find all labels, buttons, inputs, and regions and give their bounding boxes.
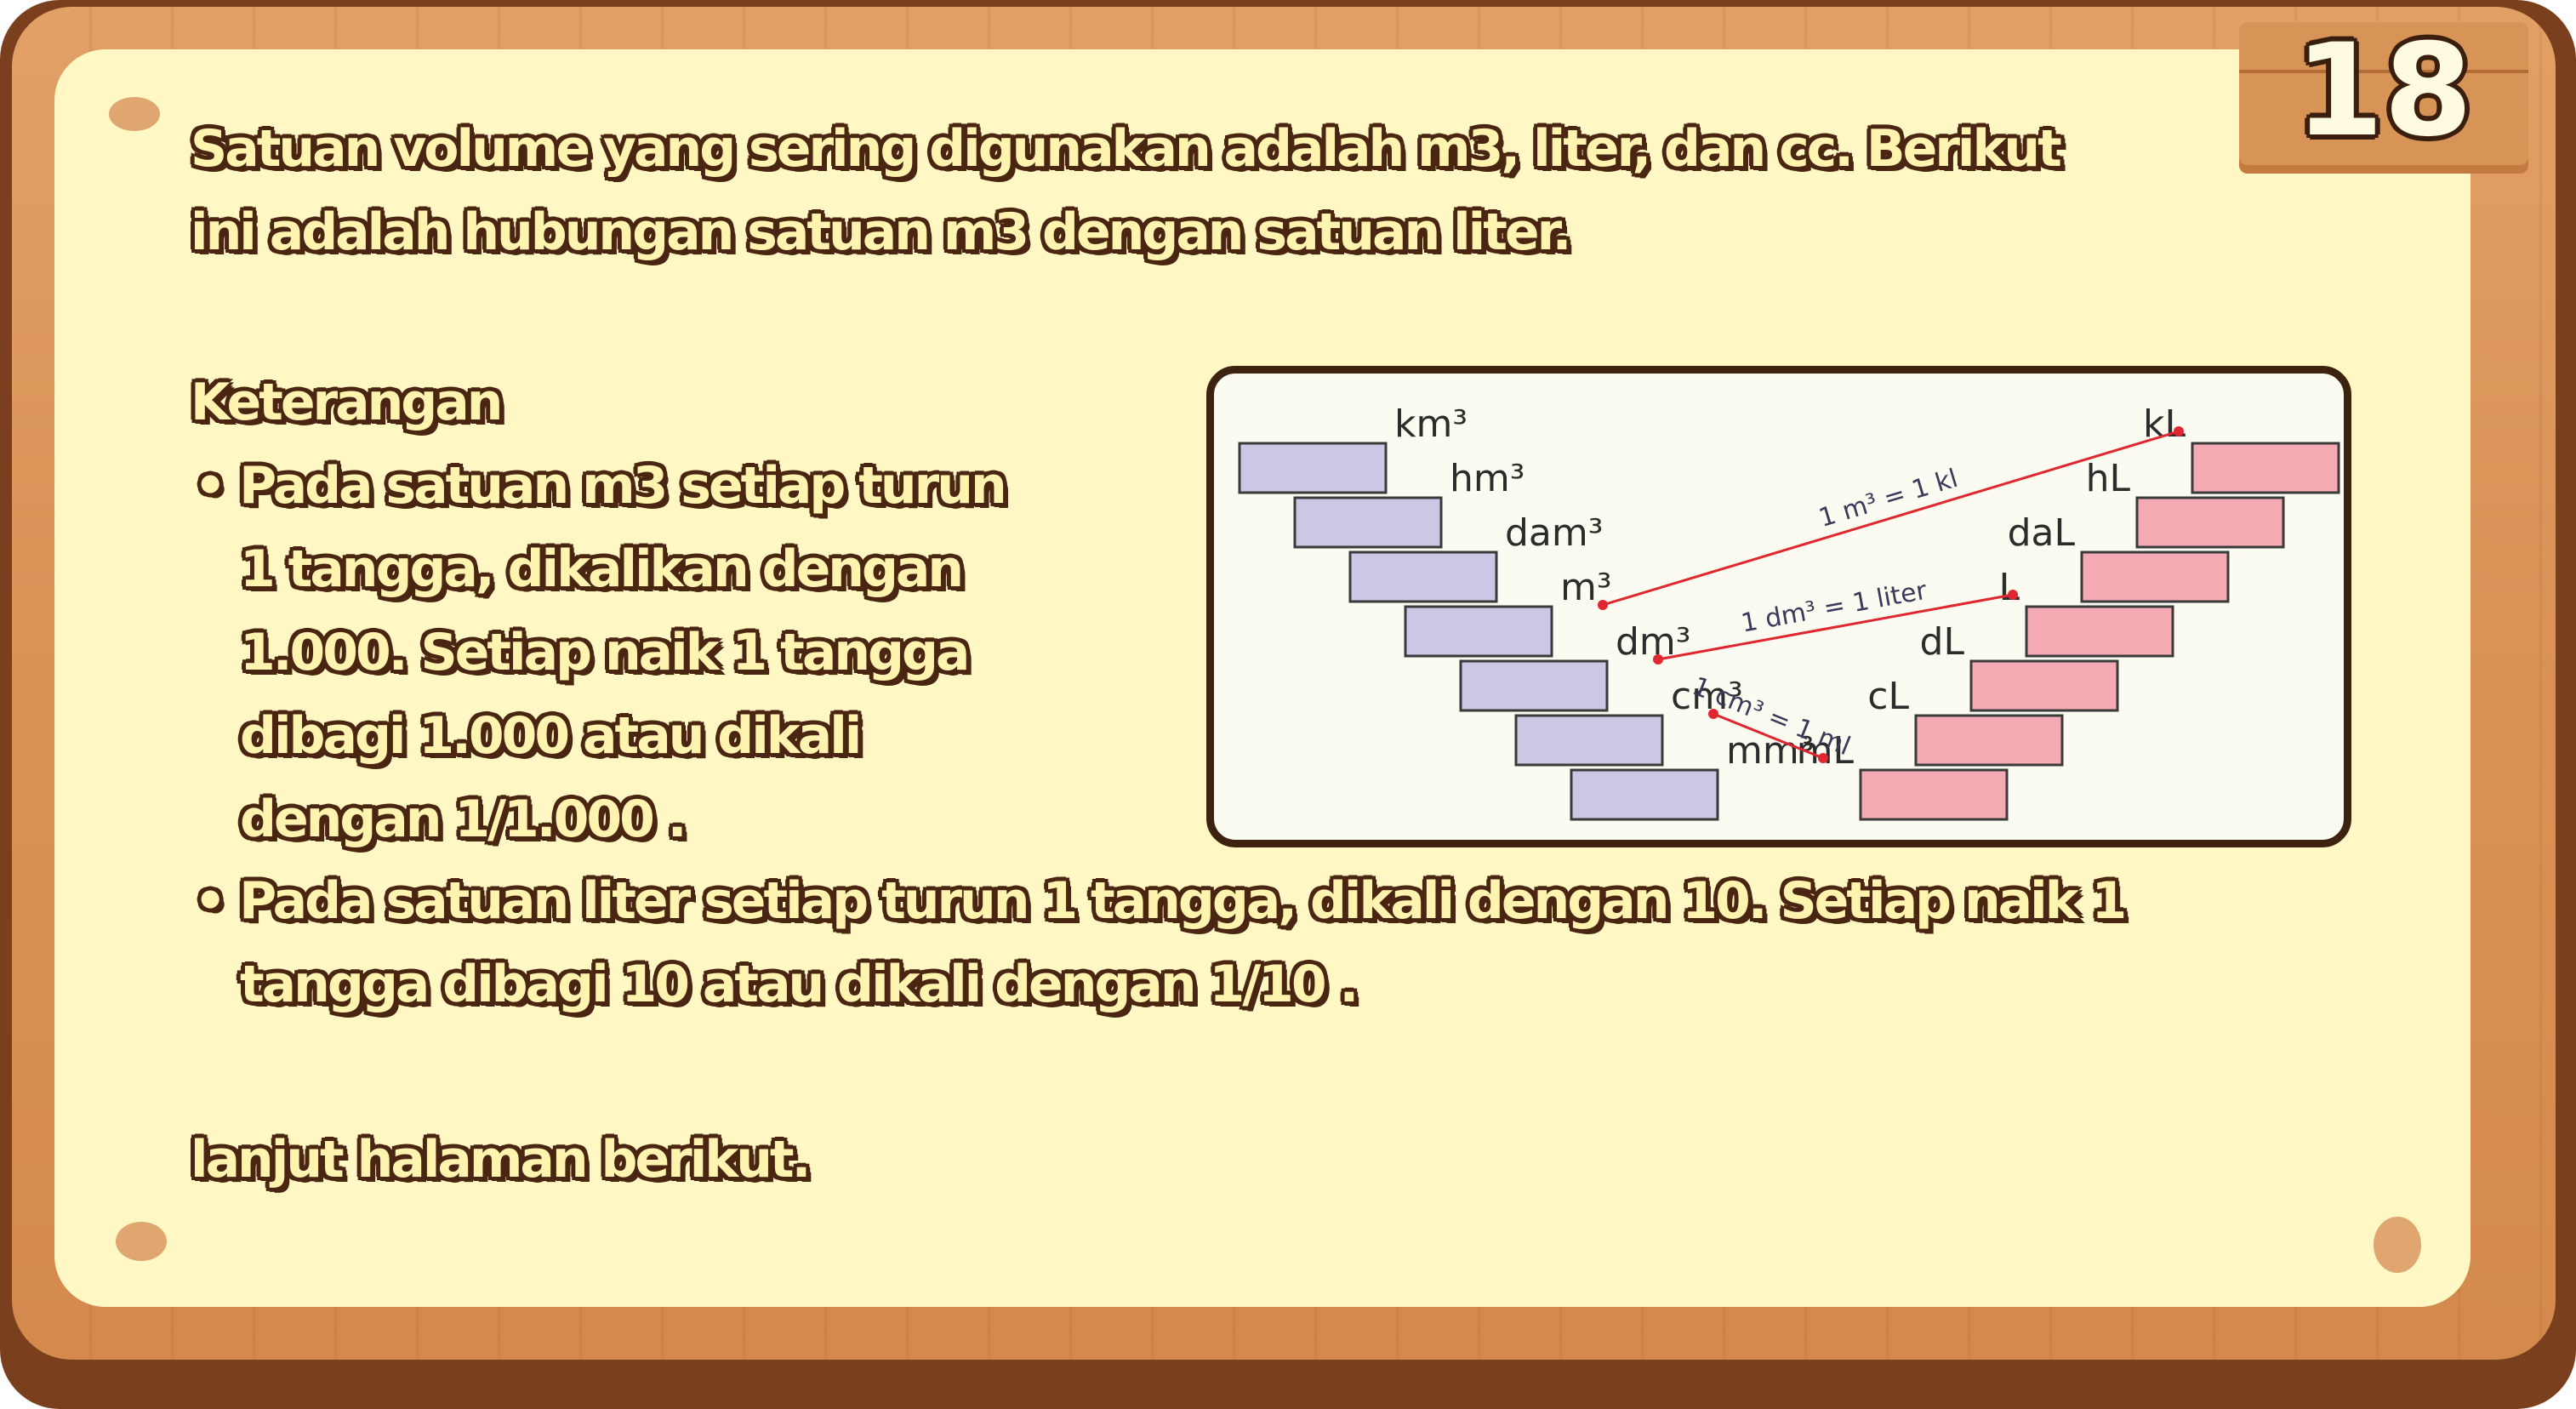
liter-unit-label: hL (2086, 457, 2131, 500)
nail-bottom-right (2374, 1217, 2421, 1273)
intro-line-1: Satuan volume yang sering digunakan adal… (191, 119, 2062, 179)
bullet-liter-line-2: tangga dibagi 10 atau dikali dengan 1/10… (240, 955, 1359, 1014)
relation-dot (1598, 600, 1608, 610)
nail-top-left (109, 97, 160, 131)
page-number-sign: 18 (2239, 17, 2528, 174)
liter-step-1 (2191, 442, 2340, 494)
intro-line-2: ini adalah hubungan satuan m3 dengan sat… (191, 203, 1571, 262)
liter-step-7 (1859, 768, 2009, 821)
intro-text: Satuan volume yang sering digunakan adal… (191, 107, 2232, 274)
volume-unit-label: dm³ (1616, 620, 1690, 664)
nail-bottom-left (116, 1222, 167, 1261)
volume-step-7 (1570, 768, 1719, 821)
volume-unit-label: km³ (1394, 402, 1468, 446)
staircase-svg: km³ kLhm³ hLdam³ daLm³ Ldm³ dLcm³ cLmm³mL1 m³ … (1238, 402, 2340, 821)
bullet-volume-line-4: dibagi 1.000 atau dikali (240, 706, 862, 766)
liter-step-4 (2025, 605, 2174, 658)
unit-staircase-diagram: km³ kL hm³ hL dam³ daL m³ Ldm³ dL cm³ cL mm³ mL 1 m³ … (1206, 366, 2351, 847)
bullet-volume: • Pada satuan m3 setiap turun 1 tangga, … (194, 444, 1130, 861)
bullet-volume-line-1: • Pada satuan m3 setiap turun (194, 456, 1007, 516)
bullet-liter: • Pada satuan liter setiap turun 1 tangg… (194, 859, 2321, 1026)
liter-unit-label: daL (2008, 511, 2076, 555)
volume-step-3 (1348, 550, 1498, 603)
relation-dot (2174, 426, 2184, 436)
liter-step-6 (1914, 714, 2064, 767)
relation-dot (1653, 654, 1663, 665)
page-number: 18 (2294, 17, 2473, 165)
liter-unit-label: L (1998, 566, 2020, 609)
liter-step-3 (2080, 550, 2230, 603)
liter-step-2 (2135, 496, 2285, 549)
bullet-liter-line-1: • Pada satuan liter setiap turun 1 tangg… (194, 871, 2127, 931)
relation-label: 1 dm³ = 1 liter (1739, 576, 1929, 639)
liter-step-5 (1969, 659, 2119, 712)
volume-unit-label: hm³ (1450, 457, 1525, 500)
volume-step-6 (1514, 714, 1664, 767)
volume-unit-label: dam³ (1505, 511, 1603, 555)
bullet-volume-line-2: 1 tangga, dikalikan dengan (240, 539, 964, 599)
liter-unit-label: cL (1867, 675, 1909, 718)
volume-step-5 (1459, 659, 1609, 712)
bullet-volume-line-5: dengan 1/1.000 . (240, 790, 687, 849)
continue-note: lanjut halaman berikut. (191, 1130, 811, 1189)
relation-label: 1 m³ = 1 kl (1815, 464, 1961, 533)
relation-dot (2008, 590, 2018, 600)
volume-step-2 (1293, 496, 1443, 549)
volume-step-1 (1238, 442, 1388, 494)
keterangan-title: Keterangan (191, 373, 503, 432)
volume-step-4 (1404, 605, 1553, 658)
bullet-volume-line-3: 1.000. Setiap naik 1 tangga (240, 623, 970, 682)
liter-unit-label: dL (1920, 620, 1965, 664)
